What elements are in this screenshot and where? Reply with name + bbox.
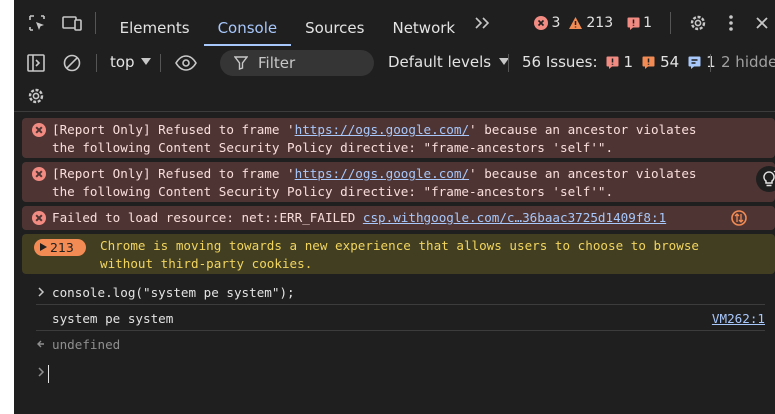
error-counter[interactable]: 3 [534, 15, 560, 31]
error-icon [32, 123, 46, 137]
error-count: 3 [551, 15, 561, 31]
inspect-element-icon[interactable] [24, 10, 49, 36]
devtools-tabbar: Elements Console Sources Network 3 213 1 [14, 0, 775, 46]
console-error-message: [Report Only] Refused to frame 'https://… [22, 162, 775, 202]
tab-elements[interactable]: Elements [106, 0, 204, 46]
message-text: Failed to load resource: net::ERR_FAILED [52, 210, 363, 225]
console-prompt-input[interactable] [48, 365, 49, 383]
toolbar-separator [710, 54, 711, 72]
toolbar-separator [160, 54, 161, 72]
network-request-icon[interactable] [731, 210, 747, 231]
filter-funnel-icon [234, 56, 248, 70]
device-toolbar-icon[interactable] [59, 10, 84, 36]
console-settings-row [14, 80, 775, 112]
warning-counter[interactable]: 213 [568, 15, 613, 31]
settings-gear-icon[interactable] [685, 10, 710, 36]
warning-repeat-badge[interactable]: 213 [34, 239, 86, 256]
sidebar-toggle-icon[interactable] [26, 53, 46, 77]
ai-insight-lightbulb-icon[interactable] [756, 166, 775, 192]
console-error-message: [Report Only] Refused to frame 'https://… [22, 118, 775, 158]
console-toolbar: top Filter Default levels 56 Issues: 1 5… [14, 46, 775, 80]
issue-warning-count: 54 [660, 53, 680, 71]
hidden-count: 2 hidden [721, 53, 775, 71]
issues-button[interactable]: 56 Issues: 1 54 1 [522, 53, 716, 71]
error-icon [32, 211, 46, 225]
console-return-value: undefined [22, 335, 765, 355]
issue-error-count: 1 [623, 53, 634, 71]
log-source-link[interactable]: VM262:1 [712, 310, 765, 328]
issues-counter[interactable]: 1 [627, 15, 652, 31]
toolbar-separator [670, 12, 671, 34]
message-text: [Report Only] Refused to frame ' [52, 122, 295, 137]
chevron-right-icon [38, 287, 45, 297]
message-text: without third-party cookies. [100, 256, 313, 271]
live-expression-eye-icon[interactable] [174, 53, 198, 77]
console-log-output: system pe system VM262:1 [22, 309, 765, 329]
message-text: [Report Only] Refused to frame ' [52, 166, 295, 181]
log-text: system pe system [52, 311, 174, 326]
warning-icon [569, 17, 583, 29]
clear-console-icon[interactable] [62, 53, 82, 77]
tab-console[interactable]: Console [203, 0, 292, 46]
more-tabs-icon[interactable] [469, 10, 494, 36]
divider [36, 304, 765, 305]
warning-count: 213 [586, 15, 614, 31]
filter-input[interactable]: Filter [220, 50, 374, 76]
prompt-chevron-icon [38, 367, 45, 377]
input-code: console.log("system pe system"); [52, 285, 295, 300]
context-selector[interactable]: top [110, 53, 151, 71]
toolbar-separator [508, 54, 509, 72]
return-arrow-icon [37, 340, 44, 348]
message-text: Chrome is moving towards a new experienc… [100, 238, 699, 253]
levels-label: Default levels [388, 53, 492, 71]
message-text: ' because an ancestor violates [469, 166, 697, 181]
more-options-icon[interactable] [718, 10, 743, 36]
issue-icon [627, 17, 640, 30]
message-text: ' because an ancestor violates [469, 122, 697, 137]
page-edge [0, 0, 14, 414]
close-icon[interactable] [750, 10, 775, 36]
chevron-down-icon [140, 58, 151, 65]
message-source-link[interactable]: csp.withgoogle.com/c…36baac3725d1409f8:1 [363, 210, 666, 225]
message-link[interactable]: https://ogs.google.com/ [295, 166, 469, 181]
console-warning-group[interactable]: 213 Chrome is moving towards a new exper… [22, 234, 775, 274]
console-error-message: Failed to load resource: net::ERR_FAILED… [22, 206, 775, 230]
filter-placeholder: Filter [258, 54, 296, 72]
issues-label: 56 Issues: [522, 53, 598, 71]
issues-count: 1 [643, 15, 653, 31]
tab-sources[interactable]: Sources [291, 0, 378, 46]
issue-error-icon [606, 56, 619, 69]
console-input-echo: console.log("system pe system"); [22, 283, 765, 303]
error-icon [32, 167, 46, 181]
divider [36, 330, 765, 331]
log-levels-dropdown[interactable]: Default levels [388, 53, 510, 71]
toolbar-separator [94, 12, 96, 34]
message-text: the following Content Security Policy di… [52, 140, 614, 155]
issue-info-icon [688, 56, 701, 69]
return-text: undefined [52, 337, 121, 352]
context-label: top [110, 53, 135, 71]
message-link[interactable]: https://ogs.google.com/ [295, 122, 469, 137]
console-settings-gear-icon[interactable] [26, 86, 46, 110]
message-text: the following Content Security Policy di… [52, 184, 614, 199]
toolbar-separator [96, 54, 97, 72]
tab-network[interactable]: Network [378, 0, 469, 46]
devtools-panel: Elements Console Sources Network 3 213 1 [14, 0, 775, 414]
error-icon [534, 16, 549, 30]
issue-warning-icon [642, 56, 655, 69]
